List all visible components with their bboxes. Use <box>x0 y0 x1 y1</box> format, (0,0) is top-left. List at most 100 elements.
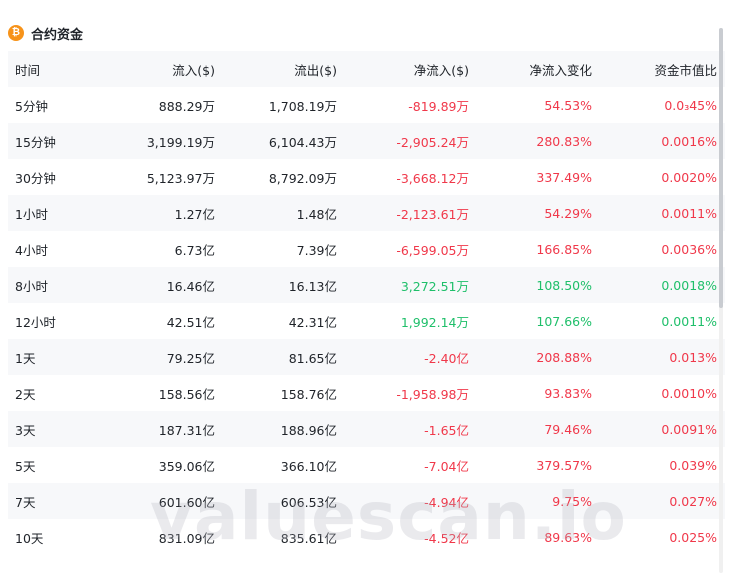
cell-mcap-ratio: 0.0010% <box>661 385 717 401</box>
table-row: 5天 359.06亿 366.10亿 -7.04亿 379.57% 0.039% <box>8 447 725 483</box>
cell-outflow: 1.48亿 <box>296 206 337 222</box>
cell-mcap-ratio: 0.0036% <box>661 241 717 257</box>
cell-outflow: 8,792.09万 <box>268 170 337 186</box>
cell-net-change: 93.83% <box>544 385 592 401</box>
table-row: 30分钟 5,123.97万 8,792.09万 -3,668.12万 337.49% 0… <box>8 159 725 195</box>
cell-net-change: 79.46% <box>544 421 592 437</box>
cell-net-change: 337.49% <box>536 169 592 185</box>
table-row: 12小时 42.51亿 42.31亿 1,992.14万 107.66% 0.0011% <box>8 303 725 339</box>
cell-inflow: 158.56亿 <box>158 386 215 402</box>
cell-net-change: 107.66% <box>536 313 592 329</box>
cell-outflow: 6,104.43万 <box>268 134 337 150</box>
cell-net-inflow: 1,992.14万 <box>400 314 469 330</box>
cell-inflow: 888.29万 <box>158 98 215 114</box>
cell-inflow: 187.31亿 <box>158 422 215 438</box>
cell-net-inflow: -7.04亿 <box>424 458 469 474</box>
table-row: 3天 187.31亿 188.96亿 -1.65亿 79.46% 0.0091% <box>8 411 725 447</box>
cell-net-change: 379.57% <box>536 457 592 473</box>
cell-net-inflow: -819.89万 <box>408 98 469 114</box>
cell-period: 30分钟 <box>15 170 56 186</box>
table-header-row: 时间 流入($) 流出($) 净流入($) 净流入变化 资金市值比 <box>8 51 725 87</box>
table-row: 10天 831.09亿 835.61亿 -4.52亿 89.63% 0.025% <box>8 519 725 555</box>
cell-outflow: 606.53亿 <box>280 494 337 510</box>
cell-net-change: 9.75% <box>552 493 592 509</box>
table-row: 1天 79.25亿 81.65亿 -2.40亿 208.88% 0.013% <box>8 339 725 375</box>
cell-mcap-ratio: 0.013% <box>669 349 717 365</box>
cell-inflow: 5,123.97万 <box>146 170 215 186</box>
fund-flow-table: 时间 流入($) 流出($) 净流入($) 净流入变化 资金市值比 5分钟 888… <box>8 51 725 555</box>
cell-mcap-ratio: 0.027% <box>669 493 717 509</box>
cell-inflow: 831.09亿 <box>158 530 215 546</box>
bitcoin-icon: ₿ <box>8 25 24 41</box>
table-row: 15分钟 3,199.19万 6,104.43万 -2,905.24万 280.83% 0… <box>8 123 725 159</box>
cell-net-inflow: -2,123.61万 <box>396 206 469 222</box>
header-period: 时间 <box>15 62 41 78</box>
cell-mcap-ratio: 0.0018% <box>661 277 717 293</box>
cell-net-inflow: -4.52亿 <box>424 530 469 546</box>
cell-outflow: 188.96亿 <box>280 422 337 438</box>
cell-mcap-ratio: 0.0₃45% <box>664 97 717 113</box>
cell-net-inflow: -1.65亿 <box>424 422 469 438</box>
cell-mcap-ratio: 0.0011% <box>661 313 717 329</box>
cell-net-change: 280.83% <box>536 133 592 149</box>
scrollbar-thumb[interactable] <box>719 28 723 308</box>
cell-inflow: 1.27亿 <box>174 206 215 222</box>
cell-period: 4小时 <box>15 242 48 258</box>
table-row: 1小时 1.27亿 1.48亿 -2,123.61万 54.29% 0.0011% <box>8 195 725 231</box>
cell-net-inflow: -4.94亿 <box>424 494 469 510</box>
cell-net-change: 54.53% <box>544 97 592 113</box>
header-net-change: 净流入变化 <box>529 62 592 78</box>
cell-outflow: 835.61亿 <box>280 530 337 546</box>
header-outflow: 流出($) <box>294 62 337 78</box>
cell-period: 5分钟 <box>15 98 48 114</box>
cell-inflow: 359.06亿 <box>158 458 215 474</box>
cell-period: 12小时 <box>15 314 56 330</box>
cell-net-inflow: -1,958.98万 <box>396 386 469 402</box>
cell-period: 15分钟 <box>15 134 56 150</box>
cell-inflow: 16.46亿 <box>166 278 215 294</box>
cell-mcap-ratio: 0.0011% <box>661 205 717 221</box>
cell-outflow: 158.76亿 <box>280 386 337 402</box>
cell-period: 2天 <box>15 386 36 402</box>
cell-outflow: 1,708.19万 <box>268 98 337 114</box>
header-mcap-ratio: 资金市值比 <box>654 62 717 78</box>
cell-outflow: 366.10亿 <box>280 458 337 474</box>
cell-outflow: 16.13亿 <box>288 278 337 294</box>
cell-inflow: 3,199.19万 <box>146 134 215 150</box>
table-row: 2天 158.56亿 158.76亿 -1,958.98万 93.83% 0.0010% <box>8 375 725 411</box>
cell-net-change: 166.85% <box>536 241 592 257</box>
cell-inflow: 601.60亿 <box>158 494 215 510</box>
cell-period: 5天 <box>15 458 36 474</box>
table-row: 4小时 6.73亿 7.39亿 -6,599.05万 166.85% 0.0036% <box>8 231 725 267</box>
cell-mcap-ratio: 0.039% <box>669 457 717 473</box>
cell-period: 7天 <box>15 494 36 510</box>
cell-period: 1天 <box>15 350 36 366</box>
table-row: 5分钟 888.29万 1,708.19万 -819.89万 54.53% 0.0₃45% <box>8 87 725 123</box>
panel-header: ₿ 合约资金 <box>8 22 83 44</box>
cell-net-inflow: -2.40亿 <box>424 350 469 366</box>
cell-net-inflow: 3,272.51万 <box>400 278 469 294</box>
cell-net-inflow: -2,905.24万 <box>396 134 469 150</box>
cell-outflow: 7.39亿 <box>296 242 337 258</box>
cell-net-change: 54.29% <box>544 205 592 221</box>
cell-period: 3天 <box>15 422 36 438</box>
cell-mcap-ratio: 0.025% <box>669 529 717 545</box>
panel-title: 合约资金 <box>31 27 84 43</box>
cell-inflow: 6.73亿 <box>174 242 215 258</box>
cell-net-change: 108.50% <box>536 277 592 293</box>
header-inflow: 流入($) <box>172 62 215 78</box>
table-row: 8小时 16.46亿 16.13亿 3,272.51万 108.50% 0.0018% <box>8 267 725 303</box>
cell-mcap-ratio: 0.0020% <box>661 169 717 185</box>
cell-outflow: 42.31亿 <box>288 314 337 330</box>
cell-net-change: 208.88% <box>536 349 592 365</box>
table-row: 7天 601.60亿 606.53亿 -4.94亿 9.75% 0.027% <box>8 483 725 519</box>
cell-net-inflow: -3,668.12万 <box>396 170 469 186</box>
cell-mcap-ratio: 0.0016% <box>661 133 717 149</box>
cell-inflow: 42.51亿 <box>166 314 215 330</box>
cell-net-change: 89.63% <box>544 529 592 545</box>
cell-mcap-ratio: 0.0091% <box>661 421 717 437</box>
cell-period: 8小时 <box>15 278 48 294</box>
cell-net-inflow: -6,599.05万 <box>396 242 469 258</box>
cell-outflow: 81.65亿 <box>288 350 337 366</box>
cell-inflow: 79.25亿 <box>166 350 215 366</box>
